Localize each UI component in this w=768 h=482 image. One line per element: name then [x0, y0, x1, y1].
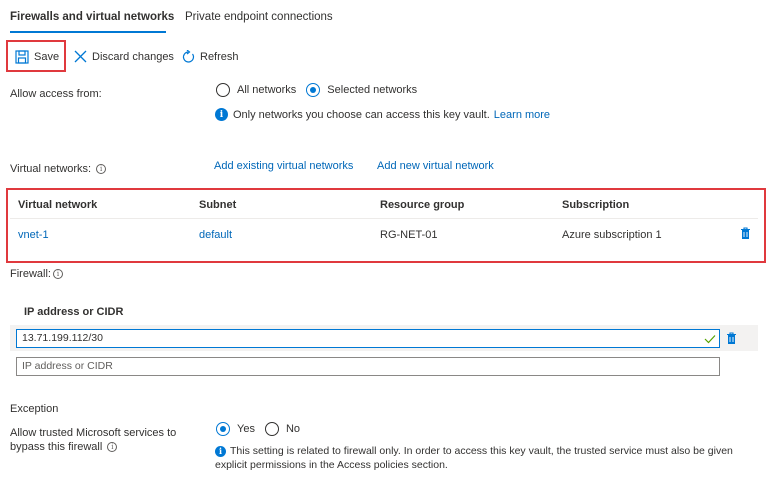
- vnet-name-link[interactable]: vnet-1: [18, 229, 49, 241]
- save-icon: [15, 50, 29, 64]
- refresh-icon: [182, 50, 195, 63]
- radio-all-networks-label: All networks: [237, 84, 297, 96]
- exception-heading: Exception: [10, 403, 59, 415]
- radio-no[interactable]: No: [264, 422, 301, 436]
- radio-unchecked-icon: [264, 422, 279, 436]
- column-header-virtual-network: Virtual network: [18, 199, 98, 211]
- refresh-label: Refresh: [200, 51, 239, 63]
- radio-unchecked-icon: [216, 83, 230, 97]
- active-tab-indicator: [10, 31, 166, 33]
- info-outline-icon[interactable]: i: [96, 164, 107, 175]
- info-icon: i: [215, 445, 226, 457]
- save-label: Save: [34, 51, 60, 63]
- discard-changes-button[interactable]: Discard changes: [74, 50, 174, 63]
- radio-checked-icon: [306, 83, 321, 97]
- ip-address-value: 13.71.199.112/30: [22, 332, 103, 344]
- column-header-subscription: Subscription: [562, 199, 630, 211]
- access-info: i Only networks you choose can access th…: [215, 108, 550, 121]
- tab-firewalls[interactable]: Firewalls and virtual networks: [10, 11, 174, 23]
- add-new-vnet-link[interactable]: Add new virtual network: [377, 160, 494, 172]
- firewall-label-text: Firewall:: [10, 268, 51, 280]
- access-info-text: Only networks you choose can access this…: [233, 108, 490, 121]
- refresh-button[interactable]: Refresh: [181, 50, 239, 64]
- firewall-label: Firewall: i: [10, 268, 63, 280]
- exception-radio-group: Yes No: [216, 422, 310, 436]
- info-outline-icon[interactable]: i: [107, 442, 118, 453]
- allow-access-label: Allow access from:: [10, 88, 102, 100]
- radio-no-label: No: [285, 423, 301, 435]
- trusted-services-label-line2-text: bypass this firewall: [10, 441, 103, 453]
- radio-all-networks[interactable]: All networks: [216, 83, 296, 97]
- virtual-networks-label-text: Virtual networks:: [10, 163, 92, 175]
- trash-icon[interactable]: [740, 227, 751, 240]
- resource-group-value: RG-NET-01: [380, 229, 438, 241]
- new-ip-address-input[interactable]: IP address or CIDR: [16, 357, 720, 376]
- exception-info-line2: explicit permissions in the Access polic…: [215, 459, 448, 471]
- access-radio-group: All networks Selected networks: [216, 83, 427, 97]
- virtual-networks-label: Virtual networks: i: [10, 163, 107, 175]
- checkmark-icon: [704, 335, 716, 344]
- table-divider: [10, 218, 758, 219]
- learn-more-link[interactable]: Learn more: [494, 109, 550, 121]
- exception-info: i This setting is related to firewall on…: [215, 445, 733, 457]
- column-header-subnet: Subnet: [199, 199, 237, 211]
- trusted-services-label: Allow trusted Microsoft services to: [10, 427, 177, 439]
- add-existing-vnet-link[interactable]: Add existing virtual networks: [214, 160, 353, 172]
- column-header-resource-group: Resource group: [380, 199, 465, 211]
- radio-selected-networks-label: Selected networks: [327, 84, 418, 96]
- discard-label: Discard changes: [92, 50, 174, 63]
- tab-private-endpoints[interactable]: Private endpoint connections: [185, 11, 333, 23]
- radio-yes[interactable]: Yes: [216, 422, 255, 436]
- radio-selected-networks[interactable]: Selected networks: [306, 83, 417, 97]
- ip-address-input[interactable]: 13.71.199.112/30: [16, 329, 720, 348]
- info-icon: i: [215, 108, 228, 121]
- subnet-link[interactable]: default: [199, 229, 232, 241]
- radio-yes-label: Yes: [237, 423, 255, 435]
- trash-icon[interactable]: [726, 332, 737, 345]
- radio-checked-icon: [216, 422, 230, 436]
- save-button[interactable]: Save: [15, 50, 59, 64]
- trusted-services-label-line2: bypass this firewall i: [10, 441, 118, 453]
- subscription-value: Azure subscription 1: [562, 229, 662, 241]
- close-icon: [74, 50, 87, 63]
- exception-info-line1: This setting is related to firewall only…: [230, 445, 733, 457]
- ip-column-header: IP address or CIDR: [24, 306, 124, 318]
- info-outline-icon[interactable]: i: [52, 269, 63, 280]
- ip-placeholder-text: IP address or CIDR: [22, 360, 113, 372]
